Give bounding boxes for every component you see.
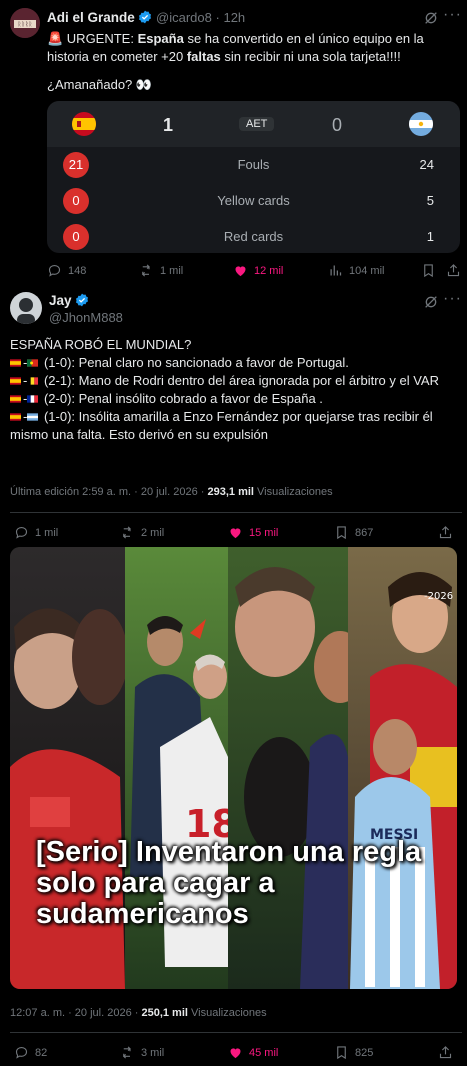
reply-button[interactable]: 82 (14, 1045, 47, 1060)
share-button[interactable] (438, 525, 453, 540)
heart-filled-icon (230, 1048, 241, 1059)
grok-icon[interactable] (423, 294, 439, 310)
match-stats-card[interactable]: 1 AET 0 21 Fouls 24 0 Yellow cards 5 0 R… (47, 101, 460, 253)
share-button[interactable] (446, 263, 461, 278)
views-icon (330, 265, 342, 276)
avatar-jay[interactable] (10, 292, 42, 324)
spain-flag-icon (10, 413, 21, 421)
media-corner-text: -2026 (424, 591, 453, 602)
repost-button[interactable]: 3 mil (120, 1045, 164, 1060)
repost-icon (122, 526, 131, 539)
match-score-header: 1 AET 0 (47, 101, 460, 147)
divider (10, 1032, 462, 1033)
reply-icon (15, 1046, 28, 1059)
argentina-flag-icon (27, 413, 39, 421)
bookmark-button[interactable] (421, 263, 436, 278)
share-icon (439, 526, 452, 539)
like-button[interactable]: 12 mil (233, 263, 283, 278)
divider (10, 512, 462, 513)
spain-flag-icon (72, 112, 96, 136)
away-fouls: 24 (419, 157, 434, 172)
bookmark-icon (337, 526, 346, 540)
stat-label: Yellow cards (217, 193, 290, 208)
like-button[interactable]: 15 mil (228, 525, 278, 540)
author-name[interactable]: Jay (49, 293, 72, 308)
verified-badge-icon (139, 10, 152, 24)
stat-row-yellow-cards: 0 Yellow cards 5 (47, 183, 460, 219)
tweet-2-bottom-actions: 82 3 mil 45 mil 825 (0, 1045, 467, 1065)
share-icon (439, 1046, 452, 1059)
spain-flag-icon (10, 377, 21, 385)
bookmark-icon (337, 1046, 346, 1060)
match-status-badge: AET (239, 117, 275, 131)
argentina-flag-icon (409, 112, 433, 136)
tweet-time[interactable]: 12h (223, 10, 245, 25)
tweet-line: - (1-0): Penal claro no sancionado a fav… (10, 354, 457, 372)
heart-filled-icon (230, 528, 241, 539)
stat-row-red-cards: 0 Red cards 1 (47, 219, 460, 255)
avatar-adi[interactable]: ᚱᚱᚱᚱ (10, 8, 40, 38)
repost-icon (122, 1046, 131, 1059)
tweet-timestamp: 12:07 a. m. · 20 jul. 2026 · 250,1 mil V… (10, 1007, 267, 1019)
author-handle[interactable]: @JhonM888 (49, 310, 123, 325)
tweet-line: - (2-0): Penal insólito cobrado a favor … (10, 390, 457, 408)
views-button[interactable]: 104 mil (328, 263, 384, 278)
tweet-2-actions: 1 mil 2 mil 15 mil 867 (0, 525, 467, 545)
reply-button[interactable]: 1 mil (14, 525, 58, 540)
grok-icon[interactable] (423, 10, 439, 26)
edited-views: 293,1 mil (207, 486, 254, 498)
bookmark-button[interactable]: 867 (334, 525, 373, 540)
heart-filled-icon (235, 266, 246, 277)
france-flag-icon (27, 395, 39, 403)
reply-button[interactable]: 148 (47, 263, 86, 278)
away-red: 1 (426, 229, 434, 244)
tweet-line: - (1-0): Insólita amarilla a Enzo Fernán… (10, 409, 433, 442)
media-caption: [Serio] Inventaron una regla solo para c… (36, 836, 422, 930)
svg-text:ᚱᚱᚱᚱ: ᚱᚱᚱᚱ (18, 21, 32, 28)
belgium-flag-icon (27, 377, 39, 385)
bookmark-icon (424, 264, 433, 278)
reply-icon (48, 264, 61, 277)
edited-info: Última edición 2:59 a. m. · 20 jul. 2026… (10, 486, 333, 498)
away-score: 0 (332, 115, 343, 135)
stat-label: Fouls (237, 157, 270, 172)
tweet-body: ESPAÑA ROBÓ EL MUNDIAL? - (1-0): Penal c… (10, 336, 457, 444)
verified-badge-icon (76, 293, 89, 307)
repost-icon (141, 264, 150, 277)
share-button[interactable] (438, 1045, 453, 1060)
share-icon (447, 264, 460, 277)
tweet-media-image[interactable]: 18 24 MESSI -2026 [Serio] Inventaron una… (10, 547, 457, 989)
tweet-text-line2: ¿Amanañado? 👀 (47, 77, 153, 92)
bookmark-button[interactable]: 825 (334, 1045, 373, 1060)
author-handle[interactable]: @icardo8 (156, 10, 212, 25)
more-options-icon[interactable]: ··· (443, 290, 462, 308)
view-count: 250,1 mil (141, 1007, 188, 1019)
like-button[interactable]: 45 mil (228, 1045, 278, 1060)
stat-label: Red cards (223, 229, 284, 244)
spain-flag-icon (10, 395, 21, 403)
away-yellow: 5 (426, 193, 434, 208)
tweet-line: ESPAÑA ROBÓ EL MUNDIAL? (10, 337, 192, 352)
portugal-flag-icon (27, 359, 39, 367)
home-score: 1 (163, 115, 174, 135)
reply-icon (15, 526, 28, 539)
repost-button[interactable]: 2 mil (120, 525, 164, 540)
repost-button[interactable]: 1 mil (139, 263, 183, 278)
author-name[interactable]: Adi el Grande (47, 10, 135, 25)
more-options-icon[interactable]: ··· (443, 6, 462, 24)
tweet-1-actions: 148 1 mil 12 mil 104 mil (0, 263, 467, 283)
stat-row-fouls: 21 Fouls 24 (47, 147, 460, 183)
dot-separator: · (215, 10, 220, 25)
spain-flag-icon (10, 359, 21, 367)
tweet-line: - (2-1): Mano de Rodri dentro del área i… (10, 372, 457, 390)
tweet-text: 🚨 URGENTE: España se ha convertido en el… (47, 31, 424, 64)
